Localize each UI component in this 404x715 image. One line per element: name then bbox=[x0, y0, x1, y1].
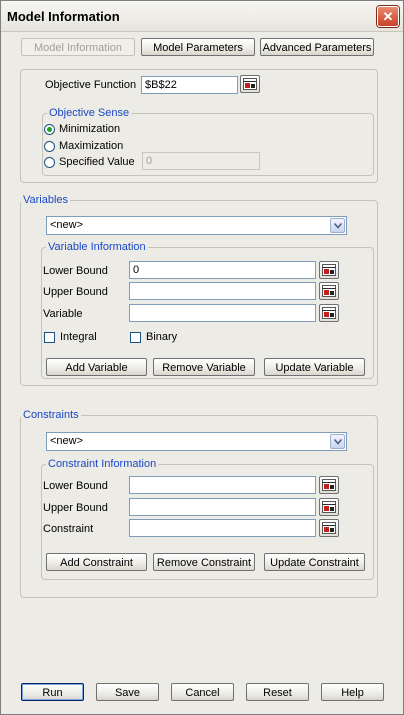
chevron-down-icon[interactable] bbox=[330, 434, 345, 449]
add-variable-button[interactable]: Add Variable bbox=[46, 358, 147, 376]
range-select-icon bbox=[322, 479, 336, 491]
range-select-icon bbox=[322, 501, 336, 513]
binary-label: Binary bbox=[146, 331, 178, 343]
constraint-ref-button[interactable] bbox=[319, 519, 339, 537]
tab-advanced-parameters[interactable]: Advanced Parameters bbox=[260, 38, 374, 56]
run-button[interactable]: Run bbox=[21, 683, 84, 701]
variable-upper-bound-ref-button[interactable] bbox=[319, 282, 339, 300]
constraint-upper-bound-ref-button[interactable] bbox=[319, 498, 339, 516]
maximization-radio[interactable] bbox=[44, 141, 55, 152]
variable-information-title: Variable Information bbox=[46, 240, 148, 254]
objective-group: Objective Function $B$22 Objective Sense… bbox=[20, 69, 378, 183]
objective-sense-title: Objective Sense bbox=[47, 106, 132, 120]
constraint-lower-bound-ref-button[interactable] bbox=[319, 476, 339, 494]
update-variable-button[interactable]: Update Variable bbox=[264, 358, 365, 376]
constraint-upper-bound-label: Upper Bound bbox=[43, 502, 108, 514]
range-select-icon bbox=[322, 307, 336, 319]
constraint-information-group: Constraint Information Lower Bound Upper… bbox=[41, 457, 374, 580]
specified-value-field: 0 bbox=[142, 152, 260, 170]
constraints-combo-value: <new> bbox=[50, 435, 84, 447]
variable-information-group: Variable Information Lower Bound 0 Upper… bbox=[41, 240, 374, 379]
variable-ref-button[interactable] bbox=[319, 304, 339, 322]
constraint-lower-bound-label: Lower Bound bbox=[43, 480, 108, 492]
integral-checkbox[interactable] bbox=[44, 332, 55, 343]
specified-value-radio[interactable] bbox=[44, 157, 55, 168]
objective-sense-group: Objective Sense Minimization Maximizatio… bbox=[42, 106, 374, 176]
model-information-dialog: Model Information ✕ Model Information Mo… bbox=[0, 0, 404, 715]
constraints-group: Constraints <new> Constraint Information… bbox=[20, 408, 378, 598]
range-select-icon bbox=[322, 264, 336, 276]
variable-lower-bound-label: Lower Bound bbox=[43, 265, 108, 277]
variable-field[interactable] bbox=[129, 304, 316, 322]
tab-model-information: Model Information bbox=[21, 38, 135, 56]
add-constraint-button[interactable]: Add Constraint bbox=[46, 553, 147, 571]
variable-upper-bound-label: Upper Bound bbox=[43, 286, 108, 298]
update-constraint-button[interactable]: Update Constraint bbox=[264, 553, 365, 571]
save-button[interactable]: Save bbox=[96, 683, 159, 701]
close-button[interactable]: ✕ bbox=[377, 6, 399, 27]
minimization-label: Minimization bbox=[59, 123, 121, 135]
objective-function-label: Objective Function bbox=[45, 79, 137, 91]
binary-checkbox[interactable] bbox=[130, 332, 141, 343]
tab-model-parameters[interactable]: Model Parameters bbox=[141, 38, 255, 56]
constraint-lower-bound-field[interactable] bbox=[129, 476, 316, 494]
maximization-label: Maximization bbox=[59, 140, 124, 152]
reset-button[interactable]: Reset bbox=[246, 683, 309, 701]
integral-label: Integral bbox=[60, 331, 97, 343]
variables-group: Variables <new> Variable Information Low… bbox=[20, 193, 378, 386]
constraint-information-title: Constraint Information bbox=[46, 457, 159, 471]
variables-combo-value: <new> bbox=[50, 219, 84, 231]
window-title: Model Information bbox=[7, 9, 120, 24]
title-bar: Model Information ✕ bbox=[1, 1, 403, 32]
objective-function-ref-button[interactable] bbox=[240, 75, 260, 93]
remove-variable-button[interactable]: Remove Variable bbox=[153, 358, 255, 376]
remove-constraint-button[interactable]: Remove Constraint bbox=[153, 553, 255, 571]
constraint-upper-bound-field[interactable] bbox=[129, 498, 316, 516]
close-icon: ✕ bbox=[382, 9, 394, 24]
range-select-icon bbox=[322, 285, 336, 297]
cancel-button[interactable]: Cancel bbox=[171, 683, 234, 701]
variable-upper-bound-field[interactable] bbox=[129, 282, 316, 300]
variable-label: Variable bbox=[43, 308, 83, 320]
chevron-down-icon[interactable] bbox=[330, 218, 345, 233]
objective-function-field[interactable]: $B$22 bbox=[141, 76, 238, 94]
specified-value-label: Specified Value bbox=[59, 156, 135, 168]
constraints-title: Constraints bbox=[21, 408, 81, 422]
constraint-label: Constraint bbox=[43, 523, 94, 535]
help-button[interactable]: Help bbox=[321, 683, 384, 701]
range-select-icon bbox=[243, 78, 257, 90]
constraints-combo[interactable]: <new> bbox=[46, 432, 347, 451]
variable-lower-bound-ref-button[interactable] bbox=[319, 261, 339, 279]
constraint-field[interactable] bbox=[129, 519, 316, 537]
variable-lower-bound-field[interactable]: 0 bbox=[129, 261, 316, 279]
range-select-icon bbox=[322, 522, 336, 534]
variables-title: Variables bbox=[21, 193, 71, 207]
variables-combo[interactable]: <new> bbox=[46, 216, 347, 235]
minimization-radio[interactable] bbox=[44, 124, 55, 135]
